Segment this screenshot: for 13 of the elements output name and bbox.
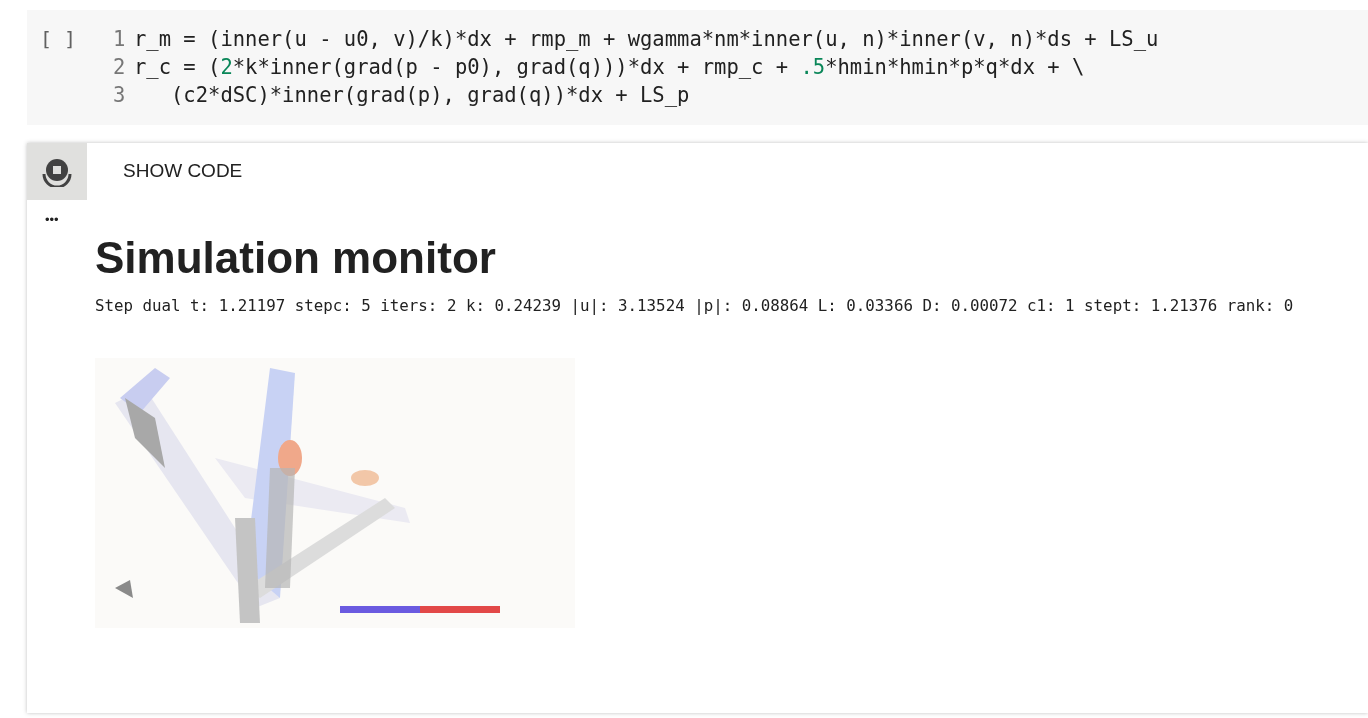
line-number: 2 — [113, 54, 127, 81]
more-icon[interactable]: ••• — [45, 212, 59, 228]
heading: Simulation monitor — [95, 232, 496, 284]
stop-button[interactable] — [27, 143, 87, 200]
line-number: 3 — [113, 82, 127, 109]
code-line: (c2*dSC)*inner(grad(p), grad(q))*dx + LS_p — [170, 82, 690, 109]
run-marker[interactable]: [ ] — [27, 25, 113, 125]
status-line: Step dual t: 1.21197 stepc: 5 iters: 2 k: 0.24239 |u|: 3.13524 |p|: 0.08864 L: 0.03366 D: 0.00072 c1: 1 stept: 1.21376 rank: 0 — [95, 295, 1294, 317]
show-code-button[interactable]: SHOW CODE — [123, 157, 243, 186]
code-line: r_c = (2*k*inner(grad(p - p0), grad(q)))*dx + rmp_c + .5*hmin*hmin*p*q*dx + \ — [134, 54, 1085, 81]
line-number: 1 — [113, 26, 127, 53]
code-line: r_m = (inner(u - u0, v)/k)*dx + rmp_m + wgamma*nm*inner(u, n)*inner(v, n)*ds + LS_u — [134, 26, 1159, 53]
stop-icon — [42, 156, 72, 187]
